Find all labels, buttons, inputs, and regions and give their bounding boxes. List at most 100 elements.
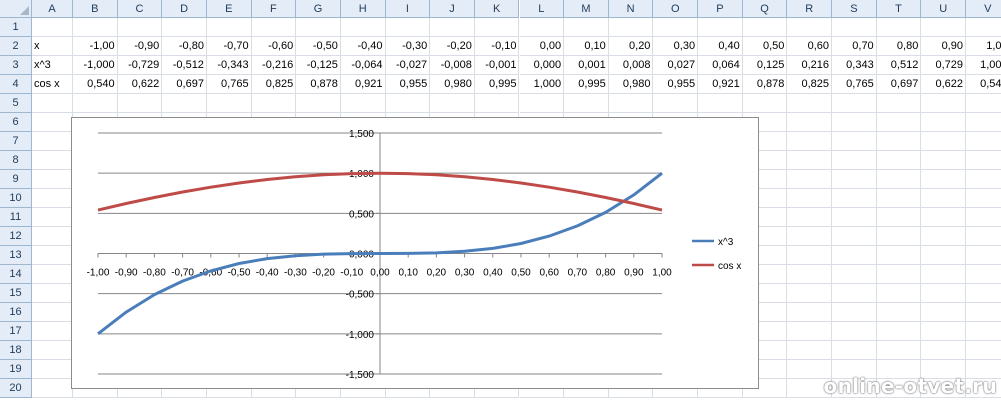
- cell[interactable]: [564, 18, 609, 37]
- value-cell[interactable]: 0,878: [296, 75, 341, 94]
- cell[interactable]: [832, 246, 877, 265]
- row-header-9[interactable]: 9: [0, 170, 32, 189]
- cell[interactable]: [832, 322, 877, 341]
- cell[interactable]: [162, 18, 207, 37]
- cell[interactable]: [876, 94, 922, 113]
- cell[interactable]: [296, 18, 341, 37]
- row-header-6[interactable]: 6: [0, 113, 32, 132]
- cell[interactable]: [32, 227, 73, 246]
- column-header-l[interactable]: L: [519, 0, 565, 18]
- line-chart[interactable]: 1,500 1,000 0,500 0,000 -0,500 -1,000 -1,500 -1…: [71, 117, 759, 389]
- cell[interactable]: [787, 151, 833, 170]
- row-header-12[interactable]: 12: [0, 227, 32, 246]
- column-header-d[interactable]: D: [162, 0, 207, 18]
- value-cell[interactable]: 0,540: [966, 75, 1001, 94]
- value-cell[interactable]: 0,50: [742, 37, 788, 56]
- value-cell[interactable]: 0,00: [519, 37, 565, 56]
- value-cell[interactable]: -0,90: [117, 37, 163, 56]
- value-cell[interactable]: 0,697: [162, 75, 207, 94]
- column-header-n[interactable]: N: [608, 0, 654, 18]
- cell[interactable]: [519, 94, 565, 113]
- value-cell[interactable]: -0,60: [251, 37, 297, 56]
- cell[interactable]: [966, 227, 1001, 246]
- row-label-cell[interactable]: cos x: [32, 75, 73, 94]
- column-header-t[interactable]: T: [876, 0, 922, 18]
- cell[interactable]: [698, 18, 743, 37]
- value-cell[interactable]: 0,921: [340, 75, 386, 94]
- value-cell[interactable]: 0,995: [474, 75, 520, 94]
- cell[interactable]: [32, 18, 73, 37]
- value-cell[interactable]: 0,512: [876, 56, 922, 75]
- cell[interactable]: [876, 208, 922, 227]
- value-cell[interactable]: 0,027: [653, 56, 699, 75]
- value-cell[interactable]: 0,765: [206, 75, 252, 94]
- column-header-v[interactable]: V: [966, 0, 1001, 18]
- cell[interactable]: [921, 246, 966, 265]
- cell[interactable]: [608, 18, 654, 37]
- value-cell[interactable]: 0,30: [653, 37, 699, 56]
- row-header-10[interactable]: 10: [0, 189, 32, 208]
- value-cell[interactable]: 1,000: [519, 75, 565, 94]
- column-header-i[interactable]: I: [385, 0, 431, 18]
- cell[interactable]: [921, 303, 966, 322]
- cell[interactable]: [921, 170, 966, 189]
- value-cell[interactable]: 0,697: [876, 75, 922, 94]
- cell[interactable]: [832, 151, 877, 170]
- row-header-11[interactable]: 11: [0, 208, 32, 227]
- cell[interactable]: [787, 18, 833, 37]
- column-header-a[interactable]: A: [32, 0, 73, 18]
- value-cell[interactable]: 0,60: [787, 37, 833, 56]
- value-cell[interactable]: 0,70: [832, 37, 877, 56]
- cell[interactable]: [32, 284, 73, 303]
- row-header-17[interactable]: 17: [0, 322, 32, 341]
- value-cell[interactable]: 0,825: [251, 75, 297, 94]
- cell[interactable]: [921, 284, 966, 303]
- cell[interactable]: [966, 322, 1001, 341]
- cell[interactable]: [206, 18, 252, 37]
- cell[interactable]: [832, 208, 877, 227]
- cell[interactable]: [787, 341, 833, 360]
- cell[interactable]: [32, 265, 73, 284]
- cell[interactable]: [921, 265, 966, 284]
- cell[interactable]: [966, 265, 1001, 284]
- cell[interactable]: [876, 132, 922, 151]
- cell[interactable]: [32, 303, 73, 322]
- value-cell[interactable]: -0,001: [474, 56, 520, 75]
- cell[interactable]: [876, 189, 922, 208]
- cell[interactable]: [921, 151, 966, 170]
- row-header-20[interactable]: 20: [0, 379, 32, 398]
- cell[interactable]: [832, 341, 877, 360]
- cell[interactable]: [832, 113, 877, 132]
- cell[interactable]: [206, 94, 252, 113]
- row-header-3[interactable]: 3: [0, 56, 32, 75]
- value-cell[interactable]: 0,955: [385, 75, 431, 94]
- cell[interactable]: [787, 208, 833, 227]
- row-header-13[interactable]: 13: [0, 246, 32, 265]
- value-cell[interactable]: -0,027: [385, 56, 431, 75]
- row-label-cell[interactable]: x^3: [32, 56, 73, 75]
- value-cell[interactable]: 0,995: [564, 75, 609, 94]
- cell[interactable]: [742, 18, 788, 37]
- cell[interactable]: [474, 18, 520, 37]
- value-cell[interactable]: 0,008: [608, 56, 654, 75]
- cell[interactable]: [832, 18, 877, 37]
- value-cell[interactable]: 0,540: [73, 75, 118, 94]
- column-header-u[interactable]: U: [921, 0, 966, 18]
- select-all-corner[interactable]: [0, 0, 32, 18]
- cell[interactable]: [921, 189, 966, 208]
- value-cell[interactable]: 0,216: [787, 56, 833, 75]
- cell[interactable]: [251, 18, 297, 37]
- cell[interactable]: [32, 94, 73, 113]
- cell[interactable]: [921, 322, 966, 341]
- value-cell[interactable]: 0,001: [564, 56, 609, 75]
- value-cell[interactable]: 1,000: [966, 56, 1001, 75]
- cell[interactable]: [32, 341, 73, 360]
- row-header-18[interactable]: 18: [0, 341, 32, 360]
- cell[interactable]: [966, 208, 1001, 227]
- row-header-8[interactable]: 8: [0, 151, 32, 170]
- value-cell[interactable]: -1,000: [73, 56, 118, 75]
- cell[interactable]: [832, 303, 877, 322]
- cell[interactable]: [966, 18, 1001, 37]
- cell[interactable]: [966, 132, 1001, 151]
- value-cell[interactable]: 0,765: [832, 75, 877, 94]
